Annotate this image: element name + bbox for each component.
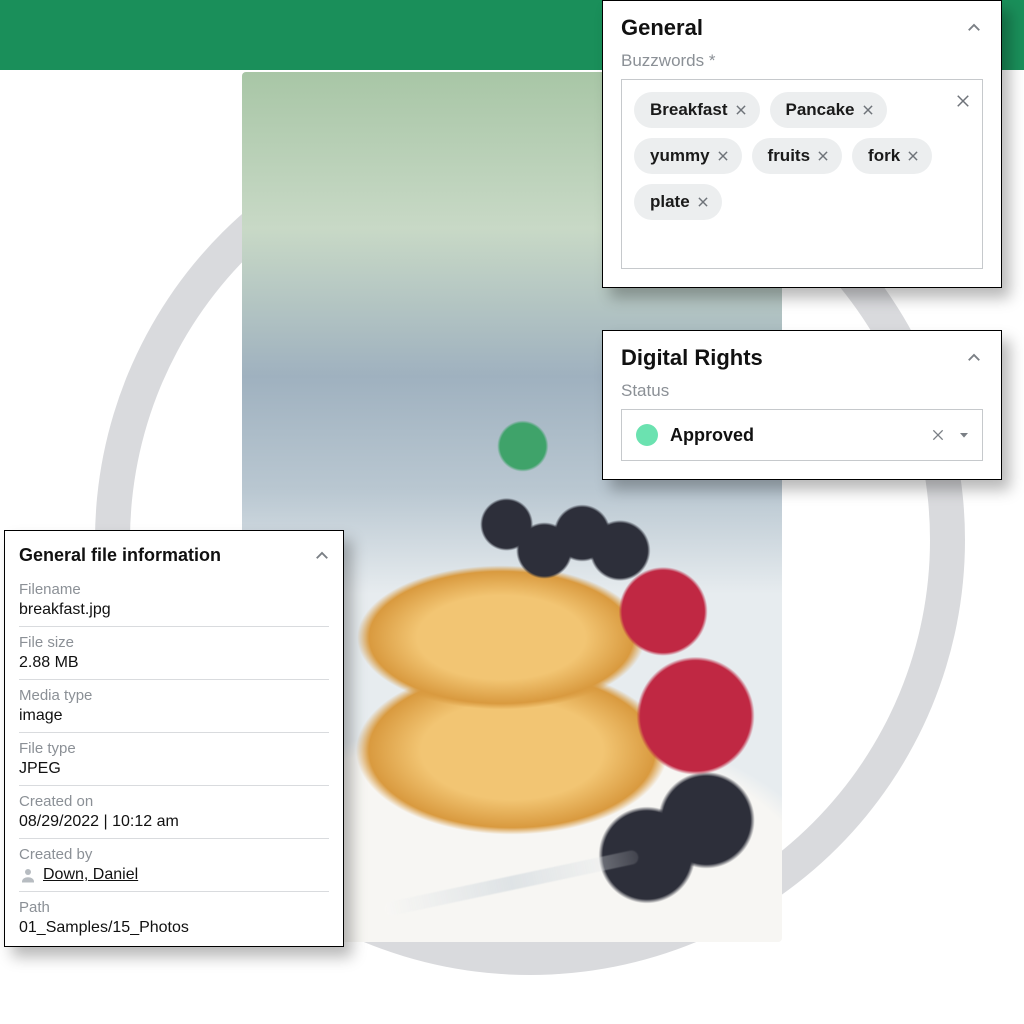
panel-general-title: General: [621, 15, 703, 41]
tag-label: fruits: [768, 146, 811, 166]
panel-rights-title: Digital Rights: [621, 345, 763, 371]
caret-down-icon[interactable]: [956, 427, 972, 443]
tag[interactable]: Pancake: [770, 92, 887, 128]
file-info-item: Created by Down, Daniel: [19, 839, 329, 892]
file-info-value: image: [19, 707, 329, 725]
file-info-label: Path: [19, 899, 329, 916]
tag-label: fork: [868, 146, 900, 166]
tag[interactable]: Breakfast: [634, 92, 760, 128]
file-info-value: 2.88 MB: [19, 654, 329, 672]
clear-status-icon[interactable]: [930, 427, 946, 443]
status-value: Approved: [670, 425, 918, 446]
file-info-label: File type: [19, 740, 329, 757]
file-info-item: Path 01_Samples/15_Photos: [19, 892, 329, 944]
tag-label: Pancake: [786, 100, 855, 120]
chevron-up-icon[interactable]: [313, 547, 331, 565]
chevron-up-icon[interactable]: [965, 349, 983, 367]
panel-digital-rights: Digital Rights Status Approved: [602, 330, 1002, 480]
buzzwords-label: Buzzwords *: [603, 51, 1001, 79]
remove-tag-icon[interactable]: [906, 149, 920, 163]
file-info-label: Created on: [19, 793, 329, 810]
tag[interactable]: plate: [634, 184, 722, 220]
file-info-item: Filename breakfast.jpg: [19, 574, 329, 627]
remove-tag-icon[interactable]: [816, 149, 830, 163]
file-info-item: Media type image: [19, 680, 329, 733]
file-info-value: JPEG: [19, 760, 329, 778]
tag-label: plate: [650, 192, 690, 212]
created-by-user-link[interactable]: Down, Daniel: [43, 866, 138, 884]
file-info-value: 08/29/2022 | 10:12 am: [19, 813, 329, 831]
panel-general-header[interactable]: General: [603, 1, 1001, 51]
tag[interactable]: yummy: [634, 138, 742, 174]
chevron-up-icon[interactable]: [965, 19, 983, 37]
panel-general: General Buzzwords * Breakfast Pancake yumm…: [602, 0, 1002, 288]
status-label: Status: [603, 381, 1001, 409]
tag-label: yummy: [650, 146, 710, 166]
tag-label: Breakfast: [650, 100, 728, 120]
remove-tag-icon[interactable]: [716, 149, 730, 163]
buzzwords-input[interactable]: Breakfast Pancake yummy fruits fork plate: [621, 79, 983, 269]
file-info-item: File type JPEG: [19, 733, 329, 786]
file-info-label: Created by: [19, 846, 329, 863]
file-info-value: breakfast.jpg: [19, 601, 329, 619]
file-info-value: 01_Samples/15_Photos: [19, 919, 329, 937]
status-color-dot: [636, 424, 658, 446]
panel-file-info: General file information Filename breakfa…: [4, 530, 344, 947]
file-info-item: File size 2.88 MB: [19, 627, 329, 680]
remove-tag-icon[interactable]: [734, 103, 748, 117]
file-info-item: Created on 08/29/2022 | 10:12 am: [19, 786, 329, 839]
remove-tag-icon[interactable]: [696, 195, 710, 209]
file-info-label: Filename: [19, 581, 329, 598]
tag[interactable]: fork: [852, 138, 932, 174]
tag[interactable]: fruits: [752, 138, 843, 174]
panel-file-info-header[interactable]: General file information: [5, 531, 343, 574]
clear-all-tags-icon[interactable]: [954, 92, 972, 110]
remove-tag-icon[interactable]: [861, 103, 875, 117]
status-select[interactable]: Approved: [621, 409, 983, 461]
panel-rights-header[interactable]: Digital Rights: [603, 331, 1001, 381]
user-icon: [19, 866, 37, 884]
file-info-label: Media type: [19, 687, 329, 704]
panel-file-info-title: General file information: [19, 545, 221, 566]
file-info-label: File size: [19, 634, 329, 651]
file-info-value: Down, Daniel: [19, 866, 329, 884]
